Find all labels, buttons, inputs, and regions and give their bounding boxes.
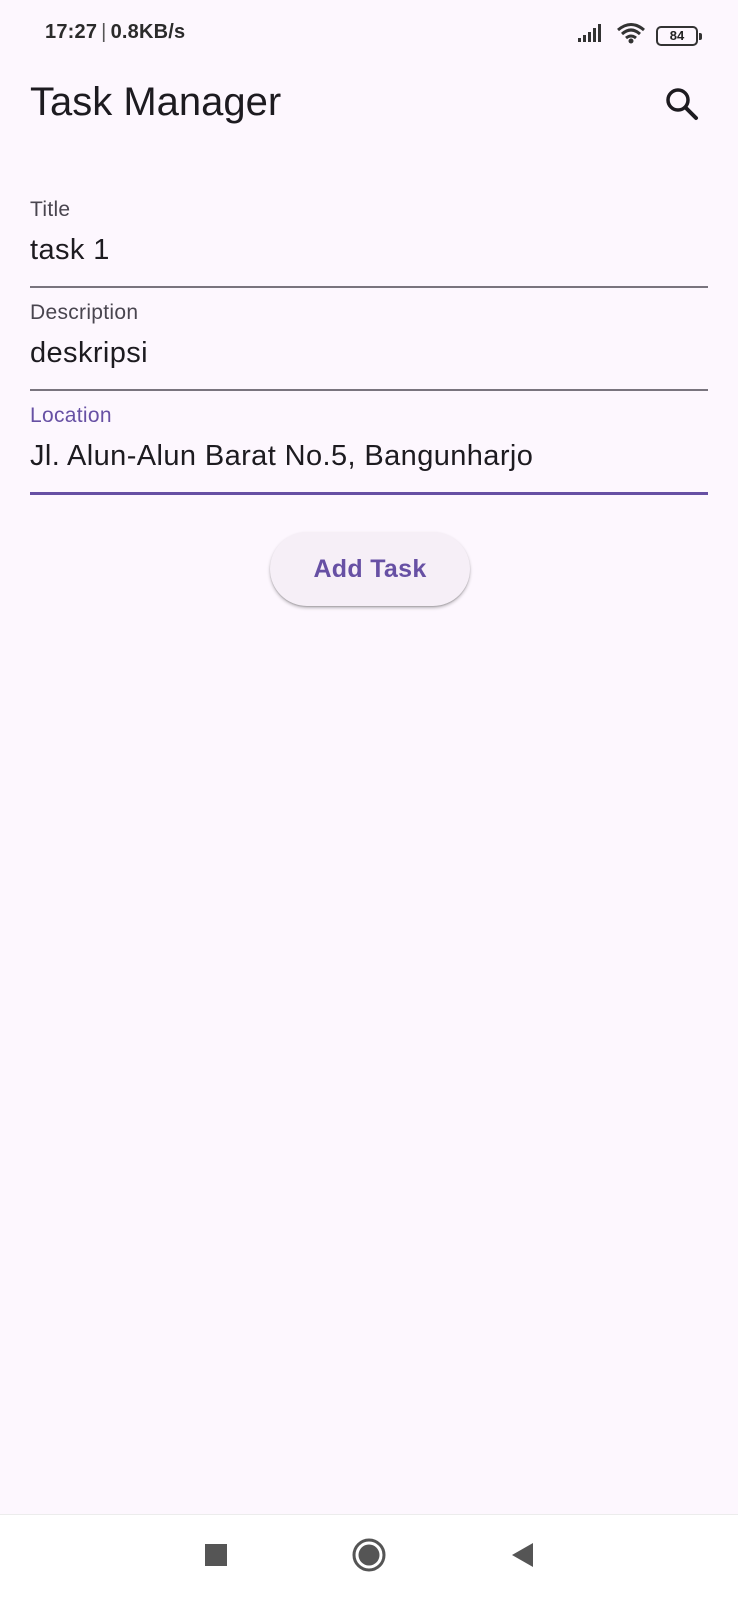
status-separator: | <box>101 21 107 43</box>
status-time: 17:27 <box>45 21 98 43</box>
back-button[interactable] <box>502 1537 542 1577</box>
description-input[interactable]: deskripsi <box>30 337 148 370</box>
title-field[interactable]: Title task 1 <box>30 198 708 288</box>
battery-icon: 84 <box>656 25 702 46</box>
status-left: 17:27 | 0.8KB/s <box>45 21 185 44</box>
home-button[interactable] <box>349 1537 389 1577</box>
wifi-icon <box>616 22 646 49</box>
location-input[interactable]: Jl. Alun-Alun Barat No.5, Bangunharjo <box>30 440 533 473</box>
system-navigation-bar <box>0 1514 738 1600</box>
app-bar: Task Manager <box>0 70 738 142</box>
add-task-button[interactable]: Add Task <box>270 532 470 606</box>
page-title: Task Manager <box>30 80 282 124</box>
home-icon <box>351 1537 387 1578</box>
title-input[interactable]: task 1 <box>30 234 110 267</box>
network-speed: 0.8KB/s <box>110 21 186 43</box>
status-icons: 84 <box>578 22 702 49</box>
location-field[interactable]: Location Jl. Alun-Alun Barat No.5, Bangu… <box>30 404 708 495</box>
recents-icon <box>204 1543 228 1572</box>
description-label: Description <box>30 301 139 324</box>
location-label: Location <box>30 404 112 427</box>
search-button[interactable] <box>658 82 706 130</box>
signal-icon <box>578 24 606 47</box>
status-bar: 17:27 | 0.8KB/s 84 <box>0 0 738 70</box>
battery-level: 84 <box>669 28 685 43</box>
search-icon <box>665 87 699 126</box>
back-icon <box>509 1541 535 1574</box>
description-field[interactable]: Description deskripsi <box>30 301 708 391</box>
title-label: Title <box>30 198 71 221</box>
recents-button[interactable] <box>196 1537 236 1577</box>
